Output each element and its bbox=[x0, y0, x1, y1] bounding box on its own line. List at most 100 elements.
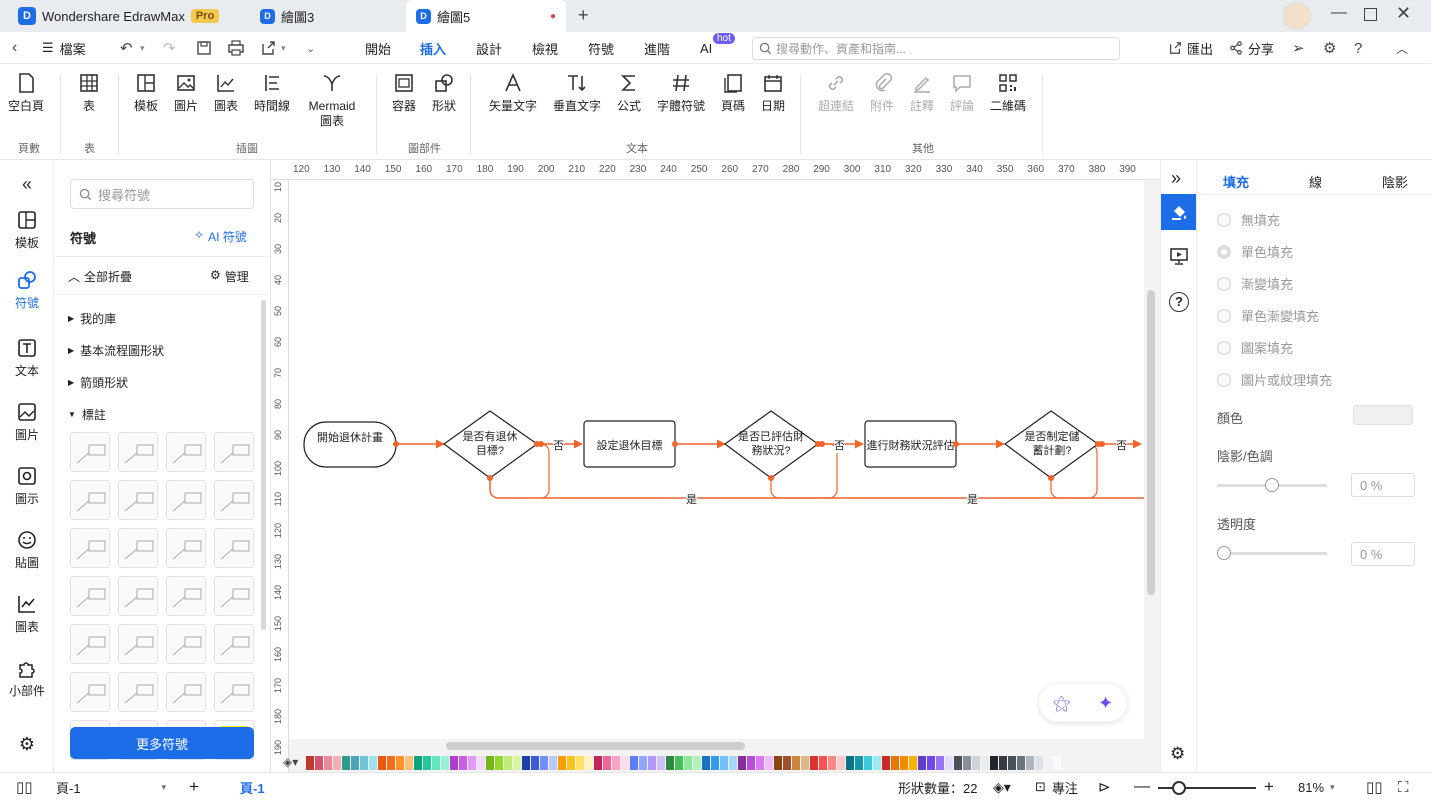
undo-icon[interactable]: ↶ bbox=[120, 32, 133, 64]
color-swatch[interactable] bbox=[594, 756, 602, 770]
color-swatch[interactable] bbox=[1008, 756, 1016, 770]
color-swatch[interactable] bbox=[351, 756, 359, 770]
color-swatch[interactable] bbox=[846, 756, 854, 770]
symbol-thumbnail[interactable] bbox=[214, 528, 254, 568]
color-swatch[interactable] bbox=[756, 756, 764, 770]
color-swatch[interactable] bbox=[1353, 405, 1413, 425]
color-swatch[interactable] bbox=[963, 756, 971, 770]
vertical-scrollbar[interactable] bbox=[1147, 290, 1155, 595]
share-button[interactable]: 分享 bbox=[1229, 32, 1274, 64]
color-swatch[interactable] bbox=[864, 756, 872, 770]
color-swatch[interactable] bbox=[513, 756, 521, 770]
color-swatch[interactable] bbox=[657, 756, 665, 770]
menu-advanced[interactable]: 進階 bbox=[644, 32, 670, 64]
fit-screen-icon[interactable]: ⛶ bbox=[1398, 773, 1409, 801]
nav-widget[interactable]: 小部件 bbox=[0, 658, 54, 699]
page-select[interactable]: 頁-1 ▾ bbox=[56, 773, 166, 801]
color-swatch[interactable] bbox=[639, 756, 647, 770]
redo-icon[interactable]: ↷ bbox=[163, 32, 176, 64]
ai-sparkle-icon[interactable]: ✦ bbox=[1098, 693, 1113, 714]
color-swatch[interactable] bbox=[693, 756, 701, 770]
color-swatch[interactable] bbox=[765, 756, 773, 770]
expand-panel-icon[interactable]: » bbox=[1171, 168, 1181, 189]
nav-chart[interactable]: 圖表 bbox=[0, 594, 54, 635]
nav-icon[interactable]: 圖示 bbox=[0, 466, 54, 507]
comment-button[interactable]: 評論 bbox=[948, 72, 976, 114]
color-swatch[interactable] bbox=[981, 756, 989, 770]
connector[interactable] bbox=[537, 443, 550, 499]
vector-text-button[interactable]: 矢量文字 bbox=[487, 72, 539, 114]
color-swatch[interactable] bbox=[495, 756, 503, 770]
book-view-icon[interactable]: ▯▯ bbox=[1366, 773, 1383, 801]
nav-sticker[interactable]: 貼圖 bbox=[0, 530, 54, 571]
tab-fill[interactable]: 填充 bbox=[1223, 172, 1249, 191]
color-swatch[interactable] bbox=[531, 756, 539, 770]
color-swatch[interactable] bbox=[522, 756, 530, 770]
color-swatch[interactable] bbox=[648, 756, 656, 770]
color-swatch[interactable] bbox=[720, 756, 728, 770]
color-swatch[interactable] bbox=[432, 756, 440, 770]
connector-yes[interactable] bbox=[489, 478, 1144, 499]
page-number-button[interactable]: 頁碼 bbox=[719, 72, 747, 114]
symbol-thumbnail[interactable] bbox=[166, 624, 206, 664]
collapse-panel-icon[interactable]: « bbox=[0, 174, 54, 195]
color-swatch[interactable] bbox=[1017, 756, 1025, 770]
qrcode-button[interactable]: 二維碼 bbox=[988, 72, 1028, 114]
zoom-level[interactable]: 81% bbox=[1298, 773, 1324, 801]
color-swatch[interactable] bbox=[576, 756, 584, 770]
menu-symbol[interactable]: 符號 bbox=[588, 32, 614, 64]
zoom-out-icon[interactable]: — bbox=[1134, 773, 1150, 801]
collapse-ribbon-icon[interactable]: ︿ bbox=[1396, 32, 1408, 64]
horizontal-scrollbar[interactable] bbox=[446, 742, 745, 750]
color-swatch[interactable] bbox=[621, 756, 629, 770]
fill-option-pattern[interactable]: 圖案填充 bbox=[1217, 338, 1293, 357]
new-tab-icon[interactable]: + bbox=[578, 5, 589, 26]
color-swatch[interactable] bbox=[558, 756, 566, 770]
symbol-thumbnail[interactable] bbox=[118, 672, 158, 712]
color-swatch[interactable] bbox=[810, 756, 818, 770]
focus-mode-button[interactable]: ⊡ 專注 bbox=[1035, 773, 1078, 801]
transparency-value-input[interactable]: 0 % bbox=[1351, 542, 1415, 566]
color-swatch[interactable] bbox=[477, 756, 485, 770]
minimize-icon[interactable]: — bbox=[1331, 4, 1347, 22]
color-swatch[interactable] bbox=[774, 756, 782, 770]
transparency-slider-thumb[interactable] bbox=[1217, 546, 1231, 560]
category-my-library[interactable]: ▶ 我的庫 bbox=[68, 310, 116, 327]
symbol-thumbnail[interactable] bbox=[166, 576, 206, 616]
color-swatch[interactable] bbox=[954, 756, 962, 770]
color-swatch[interactable] bbox=[927, 756, 935, 770]
color-swatch[interactable] bbox=[1053, 756, 1061, 770]
fill-option-none[interactable]: 無填充 bbox=[1217, 210, 1280, 229]
color-swatch[interactable] bbox=[873, 756, 881, 770]
send-icon[interactable]: ➢ bbox=[1292, 32, 1305, 64]
container-button[interactable]: 容器 bbox=[390, 72, 418, 114]
color-swatch[interactable] bbox=[315, 756, 323, 770]
tab-line[interactable]: 線 bbox=[1309, 172, 1322, 191]
color-swatch[interactable] bbox=[855, 756, 863, 770]
color-swatch[interactable] bbox=[909, 756, 917, 770]
symbol-thumbnail[interactable] bbox=[70, 672, 110, 712]
symbol-thumbnail[interactable] bbox=[166, 672, 206, 712]
color-swatch[interactable] bbox=[666, 756, 674, 770]
fill-style-icon[interactable] bbox=[1161, 194, 1196, 230]
color-swatch[interactable] bbox=[441, 756, 449, 770]
color-swatch[interactable] bbox=[684, 756, 692, 770]
blank-page-button[interactable]: 空白頁 bbox=[8, 72, 44, 114]
magic-wand-icon[interactable]: ⚝ bbox=[1053, 693, 1071, 714]
symbol-thumbnail[interactable] bbox=[118, 528, 158, 568]
color-swatch[interactable] bbox=[1044, 756, 1052, 770]
color-swatch[interactable] bbox=[342, 756, 350, 770]
color-swatch[interactable] bbox=[918, 756, 926, 770]
color-swatch[interactable] bbox=[459, 756, 467, 770]
symbol-thumbnail[interactable] bbox=[70, 624, 110, 664]
color-swatch[interactable] bbox=[999, 756, 1007, 770]
file-menu[interactable]: ☰ 檔案 bbox=[42, 32, 86, 64]
symbol-thumbnail[interactable] bbox=[118, 432, 158, 472]
color-swatch[interactable] bbox=[540, 756, 548, 770]
color-swatch[interactable] bbox=[729, 756, 737, 770]
color-swatch[interactable] bbox=[369, 756, 377, 770]
color-swatch[interactable] bbox=[801, 756, 809, 770]
nav-template[interactable]: 模板 bbox=[0, 210, 54, 251]
fill-option-solid[interactable]: 單色填充 bbox=[1217, 242, 1293, 261]
color-swatch[interactable] bbox=[423, 756, 431, 770]
